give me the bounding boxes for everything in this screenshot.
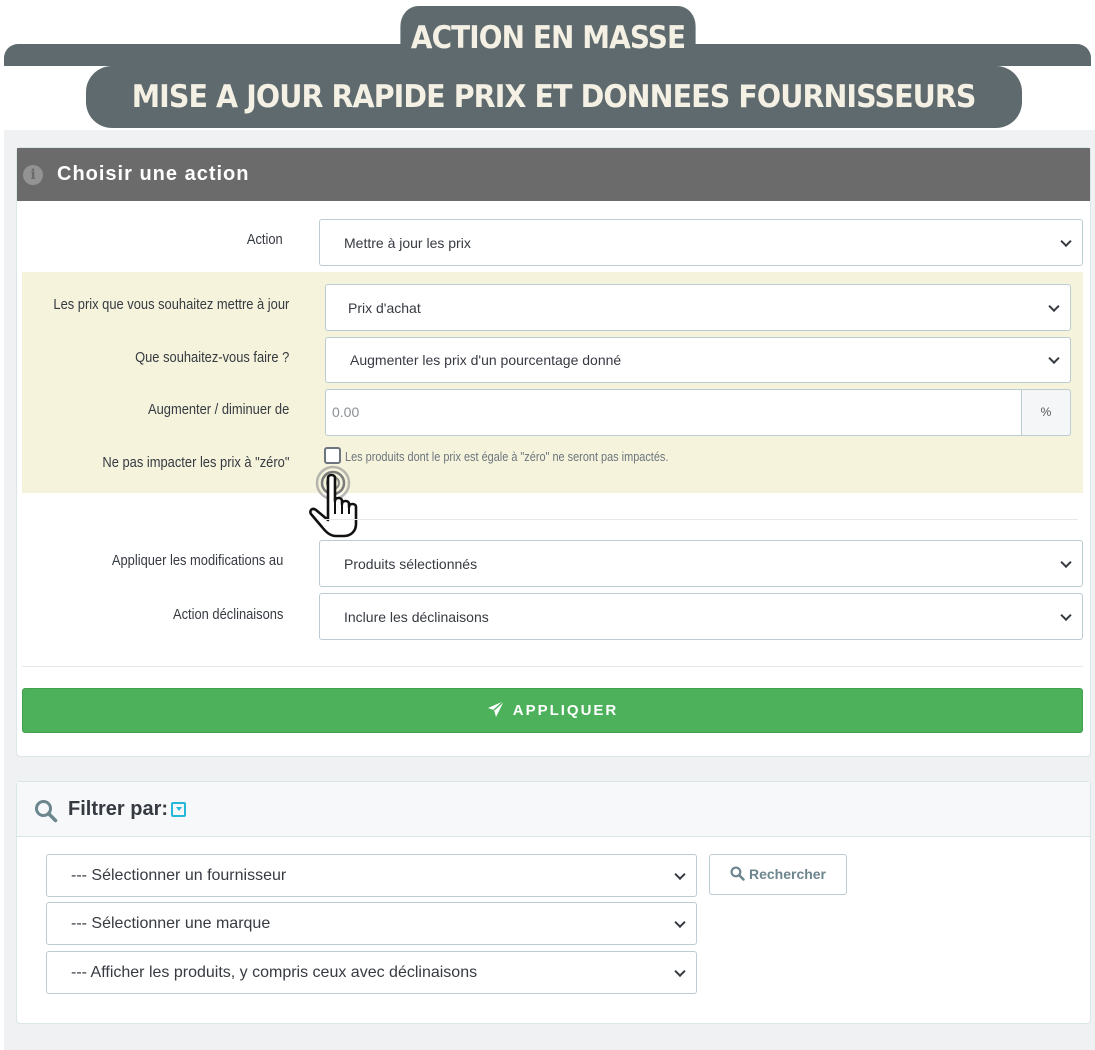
chevron-down-icon [1060, 609, 1072, 621]
info-icon: i [23, 165, 43, 185]
what-to-do-select[interactable]: Augmenter les prix d'un pourcentage donn… [325, 337, 1071, 383]
filter-panel-header: Filtrer par: [17, 782, 1090, 837]
search-button[interactable]: Rechercher [709, 854, 847, 895]
what-to-do-label: Que souhaitez-vous faire ? [134, 349, 289, 366]
filter-panel-title: Filtrer par: [68, 798, 169, 820]
action-label: Action [247, 231, 283, 248]
combinations-value: Inclure les déclinaisons [344, 608, 489, 625]
apply-to-value: Produits sélectionnés [344, 555, 478, 572]
brand-select[interactable]: --- Sélectionner une marque [46, 902, 697, 945]
brand-select-value: --- Sélectionner une marque [71, 914, 271, 932]
action-panel-title: Choisir une action [57, 163, 250, 185]
what-to-do-value: Augmenter les prix d'un pourcentage donn… [350, 352, 622, 368]
action-select-value: Mettre à jour les prix [344, 234, 471, 251]
prices-to-update-value: Prix d'achat [348, 299, 421, 316]
supplier-select[interactable]: --- Sélectionner un fournisseur [46, 854, 697, 897]
chevron-down-icon [674, 868, 686, 880]
chevron-down-icon [1048, 300, 1060, 312]
amount-label: Augmenter / diminuer de [147, 401, 289, 418]
prices-to-update-label: Les prix que vous souhaitez mettre à jou… [53, 296, 289, 313]
percent-addon: % [1021, 389, 1071, 436]
chevron-down-icon [1048, 352, 1060, 365]
search-icon [35, 800, 58, 823]
zero-prices-label: Ne pas impacter les prix à "zéro" [102, 454, 289, 471]
apply-to-select[interactable]: Produits sélectionnés [319, 540, 1083, 587]
banner-top-title: ACTION EN MASSE [400, 6, 696, 66]
separator [22, 666, 1083, 667]
supplier-select-value: --- Sélectionner un fournisseur [71, 866, 287, 884]
paper-plane-icon [487, 700, 505, 718]
search-button-label: Rechercher [748, 866, 827, 882]
separator [322, 519, 1078, 520]
zero-prices-checkbox[interactable] [324, 447, 341, 464]
collapse-toggle-icon[interactable] [171, 802, 186, 817]
chevron-down-icon [1060, 235, 1072, 247]
chevron-down-icon [674, 965, 686, 977]
products-display-value: --- Afficher les produits, y compris ceu… [71, 963, 478, 981]
chevron-down-icon [1060, 556, 1072, 568]
action-select[interactable]: Mettre à jour les prix [319, 219, 1083, 266]
hand-pointer-icon [309, 465, 358, 538]
search-icon [730, 866, 745, 881]
apply-button-label: APPLIQUER [512, 702, 619, 719]
products-display-select[interactable]: --- Afficher les produits, y compris ceu… [46, 951, 697, 994]
action-panel-header: i Choisir une action [17, 148, 1090, 201]
amount-input[interactable]: 0.00 [325, 389, 1022, 436]
combinations-label: Action déclinaisons [172, 606, 283, 623]
banner-main-title: MISE A JOUR RAPIDE PRIX ET DONNEES FOURN… [86, 66, 1022, 128]
apply-to-label: Appliquer les modifications au [111, 552, 283, 569]
chevron-down-icon [674, 916, 686, 928]
combinations-select[interactable]: Inclure les déclinaisons [319, 593, 1083, 640]
apply-button[interactable]: APPLIQUER [22, 688, 1083, 733]
prices-to-update-select[interactable]: Prix d'achat [325, 284, 1071, 331]
banner-main-text: MISE A JOUR RAPIDE PRIX ET DONNEES FOURN… [132, 79, 977, 115]
zero-prices-help: Les produits dont le prix est égale à "z… [345, 449, 669, 464]
